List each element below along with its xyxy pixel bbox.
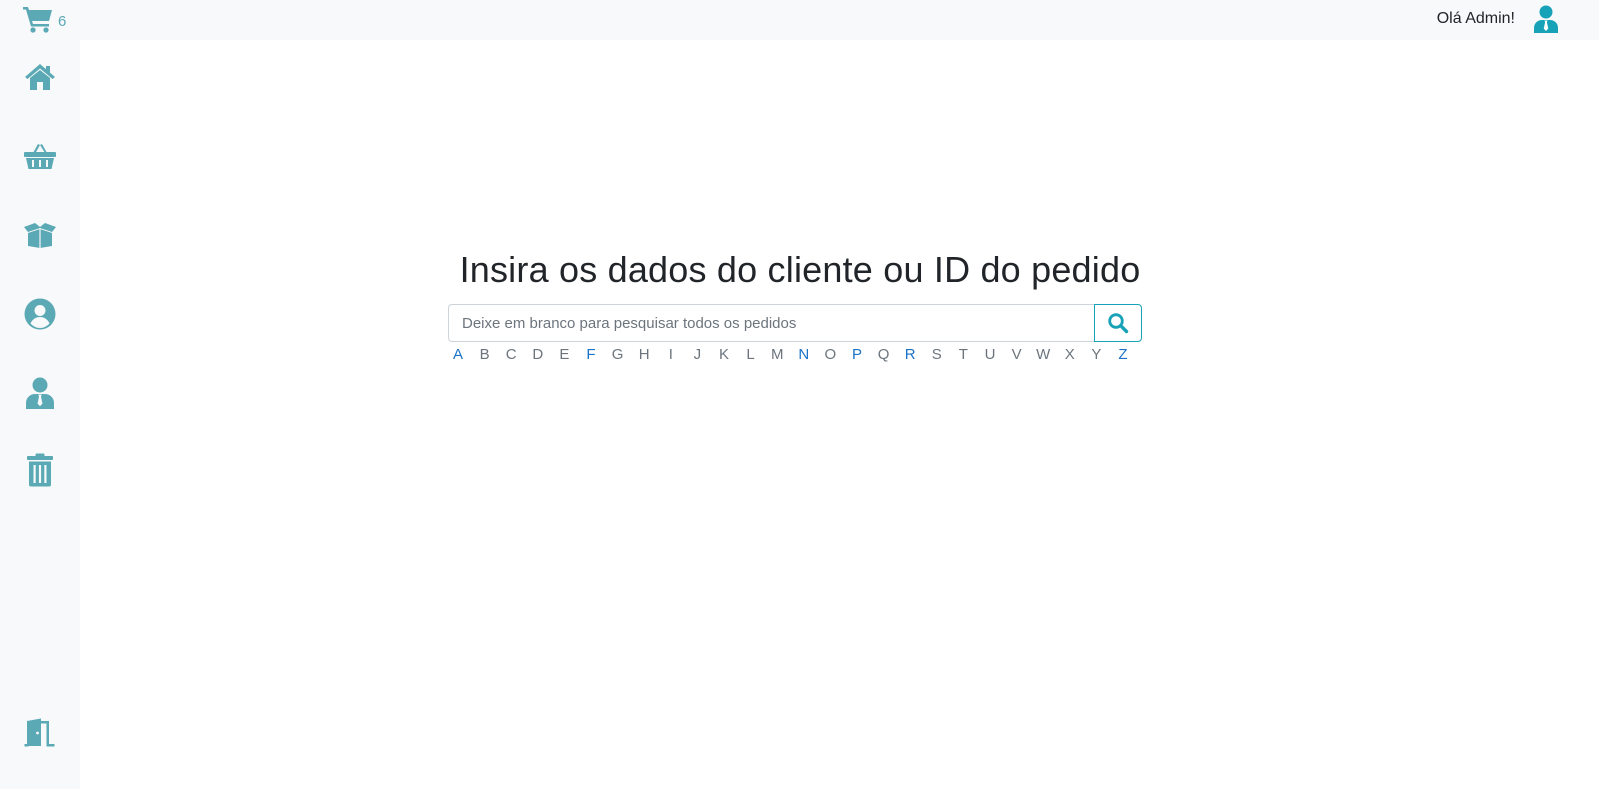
door-exit-icon	[24, 718, 55, 747]
basket-icon	[24, 144, 56, 169]
box-icon	[24, 223, 56, 248]
sidebar-item-trash[interactable]	[20, 450, 60, 490]
alphabet-letter-k[interactable]: K	[714, 346, 734, 363]
sidebar-item-profile[interactable]	[20, 294, 60, 334]
alphabet-letter-y[interactable]: Y	[1086, 346, 1106, 363]
user-circle-icon	[24, 298, 56, 330]
alphabet-letter-n[interactable]: N	[794, 346, 814, 363]
cart-button[interactable]: 6	[22, 4, 70, 36]
top-bar: 6 Olá Admin!	[0, 0, 1599, 40]
sidebar-item-basket[interactable]	[20, 136, 60, 176]
alphabet-letter-d[interactable]: D	[528, 346, 548, 363]
alphabet-letter-c[interactable]: C	[501, 346, 521, 363]
sidebar-item-users[interactable]	[20, 373, 60, 413]
alphabet-letter-v[interactable]: V	[1007, 346, 1027, 363]
main-content: Insira os dados do cliente ou ID do pedi…	[80, 40, 1599, 789]
home-icon	[25, 64, 55, 90]
search-group	[448, 304, 1152, 342]
alphabet-letter-l[interactable]: L	[741, 346, 761, 363]
alphabet-letter-e[interactable]: E	[554, 346, 574, 363]
alphabet-letter-q[interactable]: Q	[874, 346, 894, 363]
alphabet-letter-a[interactable]: A	[448, 346, 468, 363]
user-tie-icon	[1534, 5, 1558, 33]
alphabet-letter-b[interactable]: B	[475, 346, 495, 363]
search-icon	[1108, 313, 1129, 334]
alphabet-letter-g[interactable]: G	[608, 346, 628, 363]
user-menu-button[interactable]	[1533, 5, 1559, 33]
trash-icon	[27, 453, 53, 487]
alphabet-letter-u[interactable]: U	[980, 346, 1000, 363]
page-title: Insira os dados do cliente ou ID do pedi…	[459, 249, 1141, 290]
search-input[interactable]	[448, 304, 1094, 342]
alphabet-filter: ABCDEFGHIJKLMNOPQRSTUVWXYZ	[448, 346, 1142, 368]
sidebar-item-home[interactable]	[20, 57, 60, 97]
sidebar	[0, 40, 80, 789]
alphabet-letter-s[interactable]: S	[927, 346, 947, 363]
alphabet-letter-w[interactable]: W	[1033, 346, 1053, 363]
alphabet-letter-o[interactable]: O	[820, 346, 840, 363]
user-tie-icon	[26, 377, 54, 409]
alphabet-letter-f[interactable]: F	[581, 346, 601, 363]
alphabet-letter-r[interactable]: R	[900, 346, 920, 363]
user-greeting: Olá Admin!	[1436, 10, 1515, 27]
logout-button[interactable]	[20, 713, 60, 753]
cart-count-badge: 6	[58, 13, 67, 30]
alphabet-letter-z[interactable]: Z	[1113, 346, 1133, 363]
alphabet-letter-m[interactable]: M	[767, 346, 787, 363]
search-button[interactable]	[1094, 304, 1142, 342]
alphabet-letter-p[interactable]: P	[847, 346, 867, 363]
cart-icon	[23, 7, 52, 33]
sidebar-item-products[interactable]	[20, 215, 60, 255]
alphabet-letter-t[interactable]: T	[953, 346, 973, 363]
alphabet-letter-x[interactable]: X	[1060, 346, 1080, 363]
alphabet-letter-j[interactable]: J	[687, 346, 707, 363]
alphabet-letter-h[interactable]: H	[634, 346, 654, 363]
alphabet-letter-i[interactable]: I	[661, 346, 681, 363]
